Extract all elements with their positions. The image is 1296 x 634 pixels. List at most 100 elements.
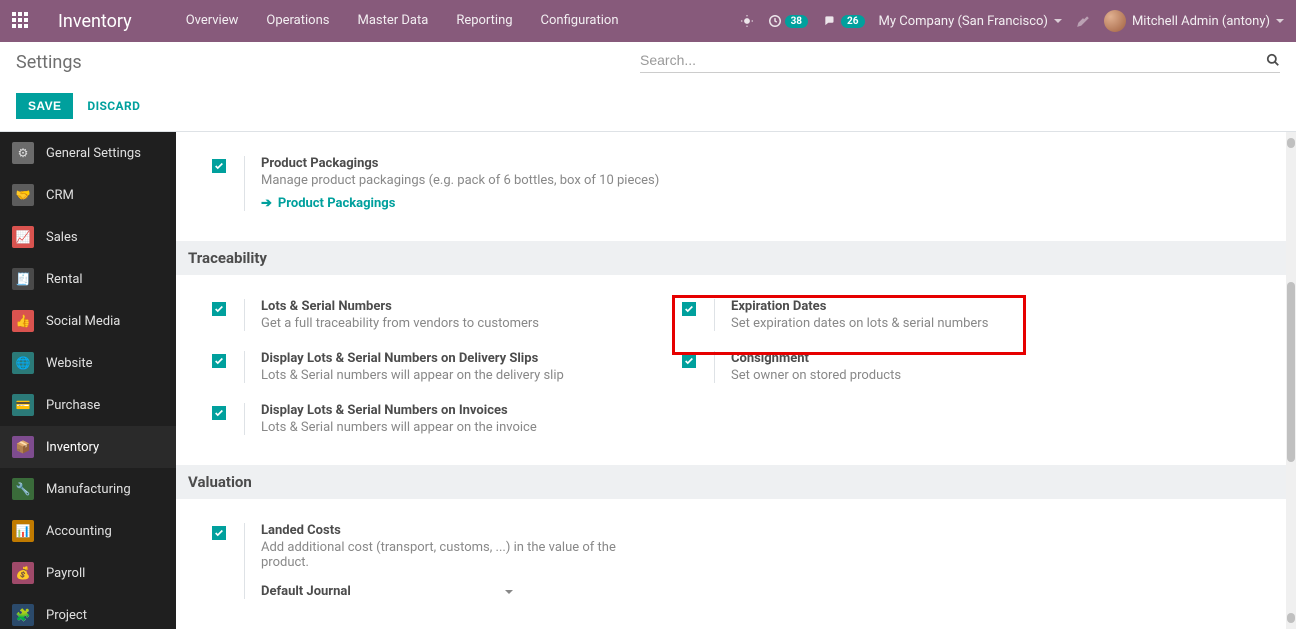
avatar xyxy=(1104,10,1126,32)
discard-button[interactable]: DISCARD xyxy=(87,99,140,113)
sidebar-item-label: Website xyxy=(46,356,93,371)
setting-title: Display Lots & Serial Numbers on Invoice… xyxy=(261,403,682,418)
sidebar-item-rental[interactable]: 🧾Rental xyxy=(0,258,176,300)
user-menu[interactable]: Mitchell Admin (antony) xyxy=(1104,10,1284,32)
checkbox-lots-serial[interactable] xyxy=(212,302,226,316)
search-input[interactable] xyxy=(640,52,1266,68)
checkbox-expiration-dates[interactable] xyxy=(682,302,696,316)
menu-operations[interactable]: Operations xyxy=(252,0,343,42)
setting-title: Expiration Dates xyxy=(731,299,1280,314)
sidebar-item-label: General Settings xyxy=(46,146,141,161)
setting-title: Display Lots & Serial Numbers on Deliver… xyxy=(261,351,682,366)
setting-lots-invoices: Display Lots & Serial Numbers on Invoice… xyxy=(212,393,682,445)
sidebar-item-payroll[interactable]: 💰Payroll xyxy=(0,552,176,594)
company-name: My Company (San Francisco) xyxy=(879,14,1048,29)
setting-consignment: Consignment Set owner on stored products xyxy=(682,341,1280,393)
save-button[interactable]: SAVE xyxy=(16,93,73,119)
sidebar-item-inventory[interactable]: 📦Inventory xyxy=(0,426,176,468)
setting-desc: Set expiration dates on lots & serial nu… xyxy=(731,316,1280,331)
sidebar-item-sales[interactable]: 📈Sales xyxy=(0,216,176,258)
link-label: Product Packagings xyxy=(278,196,395,211)
sidebar-item-social-media[interactable]: 👍Social Media xyxy=(0,300,176,342)
scrollbar-thumb[interactable] xyxy=(1287,282,1295,462)
sidebar-item-manufacturing[interactable]: 🔧Manufacturing xyxy=(0,468,176,510)
discuss-icon[interactable]: 26 xyxy=(822,14,864,28)
sidebar-item-project[interactable]: 🧩Project xyxy=(0,594,176,629)
link-product-packagings[interactable]: ➔ Product Packagings xyxy=(261,196,1280,211)
sidebar-item-crm[interactable]: 🤝CRM xyxy=(0,174,176,216)
activity-badge: 38 xyxy=(785,15,808,28)
section-traceability: Traceability xyxy=(176,241,1296,275)
checkbox-consignment[interactable] xyxy=(682,354,696,368)
apps-icon[interactable] xyxy=(12,12,30,30)
setting-title: Product Packagings xyxy=(261,156,1280,171)
sidebar-item-general-settings[interactable]: ⚙General Settings xyxy=(0,132,176,174)
nav-right: 38 26 My Company (San Francisco) Mitchel… xyxy=(740,10,1284,32)
checkbox-landed-costs[interactable] xyxy=(212,526,226,540)
chevron-down-icon xyxy=(1276,19,1284,23)
main-menu: Overview Operations Master Data Reportin… xyxy=(172,0,633,42)
setting-desc: Manage product packagings (e.g. pack of … xyxy=(261,173,1280,188)
sidebar-item-accounting[interactable]: 📊Accounting xyxy=(0,510,176,552)
button-row: SAVE DISCARD xyxy=(0,73,1296,131)
user-name: Mitchell Admin (antony) xyxy=(1132,14,1270,29)
scroll-arrow-down-icon[interactable] xyxy=(1287,613,1295,623)
arrow-right-icon: ➔ xyxy=(261,196,272,211)
sidebar-item-label: Sales xyxy=(46,230,78,245)
menu-master-data[interactable]: Master Data xyxy=(343,0,442,42)
settings-content: Product Packagings Manage product packag… xyxy=(176,146,1296,629)
page-title: Settings xyxy=(16,52,82,73)
setting-title: Landed Costs xyxy=(261,523,624,538)
traceability-grid: Lots & Serial Numbers Get a full traceab… xyxy=(212,289,1280,445)
default-journal-select[interactable] xyxy=(499,590,513,594)
chevron-down-icon xyxy=(505,590,513,594)
sidebar-item-label: Manufacturing xyxy=(46,482,131,497)
sidebar-item-label: Purchase xyxy=(46,398,100,413)
sidebar-item-label: Accounting xyxy=(46,524,112,539)
sidebar-item-label: Rental xyxy=(46,272,83,287)
discuss-badge: 26 xyxy=(841,15,864,28)
dev-tools-icon[interactable] xyxy=(1076,14,1090,28)
setting-desc: Lots & Serial numbers will appear on the… xyxy=(261,368,682,383)
sidebar-item-label: Payroll xyxy=(46,566,85,581)
menu-configuration[interactable]: Configuration xyxy=(527,0,633,42)
setting-desc: Lots & Serial numbers will appear on the… xyxy=(261,420,682,435)
settings-sidebar: ⚙General Settings 🤝CRM 📈Sales 🧾Rental 👍S… xyxy=(0,132,176,629)
content-scroll[interactable]: Product Packagings Manage product packag… xyxy=(176,132,1296,629)
setting-lots-serial: Lots & Serial Numbers Get a full traceab… xyxy=(212,289,682,341)
search-icon[interactable] xyxy=(1266,53,1280,67)
chevron-down-icon xyxy=(1054,19,1062,23)
section-valuation: Valuation xyxy=(176,465,1296,499)
company-selector[interactable]: My Company (San Francisco) xyxy=(879,14,1062,29)
sidebar-item-label: Project xyxy=(46,608,87,623)
setting-expiration-dates: Expiration Dates Set expiration dates on… xyxy=(682,289,1280,341)
scroll-arrow-up-icon[interactable] xyxy=(1287,138,1295,148)
menu-overview[interactable]: Overview xyxy=(172,0,253,42)
activity-icon[interactable]: 38 xyxy=(768,14,808,28)
control-panel: Settings xyxy=(0,42,1296,73)
setting-desc: Get a full traceability from vendors to … xyxy=(261,316,682,331)
debug-icon[interactable] xyxy=(740,14,754,28)
setting-desc: Set owner on stored products xyxy=(731,368,1280,383)
top-navbar: Inventory Overview Operations Master Dat… xyxy=(0,0,1296,42)
sidebar-item-label: CRM xyxy=(46,188,74,203)
checkbox-lots-delivery-slips[interactable] xyxy=(212,354,226,368)
checkbox-product-packagings[interactable] xyxy=(212,159,226,173)
setting-desc: Add additional cost (transport, customs,… xyxy=(261,540,624,570)
menu-reporting[interactable]: Reporting xyxy=(442,0,526,42)
setting-title: Consignment xyxy=(731,351,1280,366)
sidebar-item-website[interactable]: 🌐Website xyxy=(0,342,176,384)
checkbox-lots-invoices[interactable] xyxy=(212,406,226,420)
sidebar-item-label: Inventory xyxy=(46,440,99,455)
setting-product-packagings: Product Packagings Manage product packag… xyxy=(212,146,1280,221)
app-brand[interactable]: Inventory xyxy=(58,11,132,32)
search-bar xyxy=(640,52,1280,73)
scrollbar-track[interactable] xyxy=(1286,132,1296,629)
sidebar-item-label: Social Media xyxy=(46,314,120,329)
setting-landed-costs: Landed Costs Add additional cost (transp… xyxy=(212,513,1280,609)
body-split: ⚙General Settings 🤝CRM 📈Sales 🧾Rental 👍S… xyxy=(0,131,1296,629)
setting-title: Lots & Serial Numbers xyxy=(261,299,682,314)
setting-lots-delivery-slips: Display Lots & Serial Numbers on Deliver… xyxy=(212,341,682,393)
default-journal-label: Default Journal xyxy=(261,584,351,599)
sidebar-item-purchase[interactable]: 💳Purchase xyxy=(0,384,176,426)
